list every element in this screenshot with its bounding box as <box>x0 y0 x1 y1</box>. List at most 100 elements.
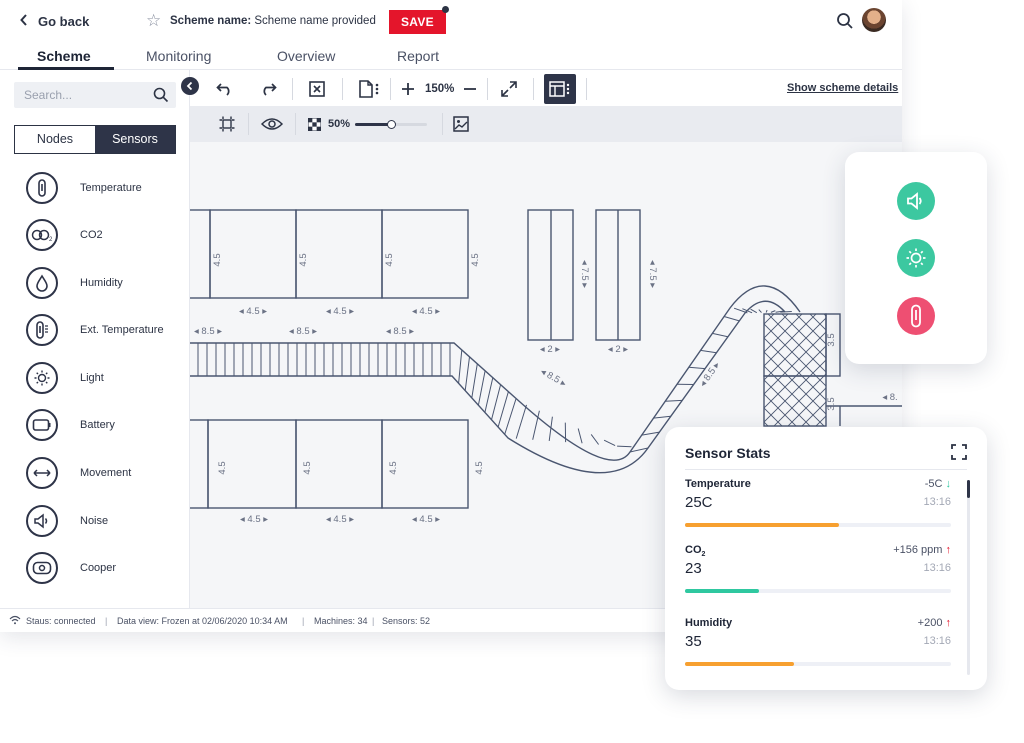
stat-delta: +156 ppm ↑ <box>893 544 951 556</box>
dim-label: ◂ 2 ▸ <box>608 344 628 355</box>
sensor-item-label: Temperature <box>80 182 142 194</box>
sensor-item-movement[interactable]: Movement <box>26 456 131 490</box>
zoom-in-icon[interactable] <box>397 78 419 100</box>
movement-icon <box>26 457 58 489</box>
show-scheme-details-link[interactable]: Show scheme details <box>787 82 898 94</box>
dim-label: ◂ 7.5 ▸ <box>647 260 658 288</box>
sensor-item-humidity[interactable]: Humidity <box>26 266 123 300</box>
sensor-item-label: Noise <box>80 515 109 527</box>
dim-label: 4.5 <box>302 461 313 474</box>
toolbar-divider <box>533 78 534 100</box>
sensor-item-temperature[interactable]: Temperature <box>26 171 142 205</box>
sidebar-search <box>14 82 176 108</box>
stats-scrollbar-thumb[interactable] <box>967 480 970 498</box>
dim-label: ◂ 8.5 ▸ <box>386 326 414 337</box>
dim-label: ◂ 4.5 ▸ <box>239 306 267 317</box>
dim-label: 4.5 <box>217 461 228 474</box>
speaker-icon <box>26 505 58 537</box>
stat-name: Humidity <box>685 617 733 629</box>
toolbar-divider <box>586 78 587 100</box>
opacity-slider[interactable] <box>355 120 427 129</box>
trend-down-icon: ↓ <box>945 478 952 490</box>
sensor-item-cooper[interactable]: Cooper <box>26 551 116 585</box>
nodes-sensors-toggle: Nodes Sensors <box>14 125 176 154</box>
sensor-quick-panel <box>845 152 987 364</box>
dim-label: 4.5 <box>470 253 481 266</box>
sun-icon <box>26 362 58 394</box>
stat-time: 13:16 <box>923 496 951 508</box>
sensor-item-co2[interactable]: 2 CO2 <box>26 218 103 252</box>
layout-panel-button[interactable] <box>544 74 576 104</box>
sensor-item-label: Light <box>80 372 104 384</box>
machine-block <box>185 209 211 299</box>
opacity-slider-handle[interactable] <box>387 120 396 129</box>
dim-label: 3.5 <box>826 333 837 346</box>
stat-level-track <box>685 523 951 527</box>
dim-label: ◂ 4.5 ▸ <box>412 306 440 317</box>
status-divider: | <box>302 616 305 626</box>
zoom-out-icon[interactable] <box>459 78 481 100</box>
star-icon[interactable]: ☆ <box>146 11 161 31</box>
tab-monitoring[interactable]: Monitoring <box>146 48 211 64</box>
dim-label: 4.5 <box>384 253 395 266</box>
frame-select-icon[interactable] <box>216 113 238 135</box>
toggle-nodes[interactable]: Nodes <box>15 126 95 153</box>
stat-level-track <box>685 589 951 593</box>
document-menu-icon[interactable] <box>358 78 380 100</box>
avatar[interactable] <box>862 8 886 32</box>
search-icon[interactable] <box>153 87 169 108</box>
sensor-item-battery[interactable]: Battery <box>26 408 115 442</box>
stat-level-track <box>685 662 951 666</box>
eye-icon[interactable] <box>260 113 284 135</box>
delete-icon[interactable] <box>306 78 328 100</box>
opacity-value: 50% <box>328 118 351 130</box>
light-sensor-button[interactable] <box>897 239 935 277</box>
stats-scrollbar[interactable] <box>967 480 970 675</box>
stat-row-temperature[interactable]: Temperature 25C -5C ↓ 13:16 <box>685 478 953 548</box>
stat-value: 23 <box>685 560 702 577</box>
stat-value: 25C <box>685 494 713 511</box>
undo-icon[interactable] <box>214 78 236 100</box>
stat-name: Temperature <box>685 478 751 490</box>
sensor-item-light[interactable]: Light <box>26 361 104 395</box>
go-back-button[interactable]: Go back <box>20 14 89 29</box>
image-icon[interactable] <box>450 113 472 135</box>
speaker-icon <box>907 192 922 210</box>
search-icon[interactable] <box>836 12 854 35</box>
toggle-sensors[interactable]: Sensors <box>95 126 175 153</box>
noise-sensor-button[interactable] <box>897 182 935 220</box>
toolbar-divider <box>487 78 488 100</box>
expand-icon[interactable] <box>951 444 967 465</box>
top-bar: Go back ☆ Scheme name: Scheme name provi… <box>0 0 902 44</box>
stat-level-fill <box>685 523 840 527</box>
svg-text:2: 2 <box>49 237 53 242</box>
opacity-slider-fill <box>355 123 391 126</box>
dim-label: ◂ 8.5 ▸ <box>289 326 317 337</box>
stat-row-co2[interactable]: CO2 23 +156 ppm ↑ 13:16 <box>685 544 953 614</box>
status-sensors: Sensors: 52 <box>382 616 431 626</box>
temperature-sensor-button[interactable] <box>897 297 935 335</box>
stats-divider <box>685 469 967 470</box>
sensor-item-ext-temperature[interactable]: Ext. Temperature <box>26 313 164 347</box>
fullscreen-icon[interactable] <box>498 78 520 100</box>
tab-overview[interactable]: Overview <box>277 48 335 64</box>
dim-label: ◂ 8.5 ▸ <box>538 366 568 390</box>
tab-scheme[interactable]: Scheme <box>37 48 91 64</box>
status-divider: | <box>372 616 375 626</box>
thermometer-icon <box>911 304 921 328</box>
dim-label: ◂ 2 ▸ <box>540 344 560 355</box>
save-button[interactable]: SAVE <box>389 10 446 34</box>
dim-label: ◂ 4.5 ▸ <box>326 514 354 525</box>
stat-row-humidity[interactable]: Humidity 35 +200 ↑ 13:16 <box>685 617 953 687</box>
tab-report[interactable]: Report <box>397 48 439 64</box>
sensor-item-noise[interactable]: Noise <box>26 504 108 538</box>
stat-value: 35 <box>685 633 702 650</box>
machine-block-hatched <box>763 375 827 427</box>
droplet-icon <box>26 267 58 299</box>
status-machines: Machines: 34 <box>314 616 368 626</box>
toolbar-divider <box>442 113 443 135</box>
save-indicator-dot <box>442 6 449 13</box>
search-input[interactable] <box>14 82 176 108</box>
redo-icon[interactable] <box>257 78 279 100</box>
zoom-level: 150% <box>425 83 455 95</box>
